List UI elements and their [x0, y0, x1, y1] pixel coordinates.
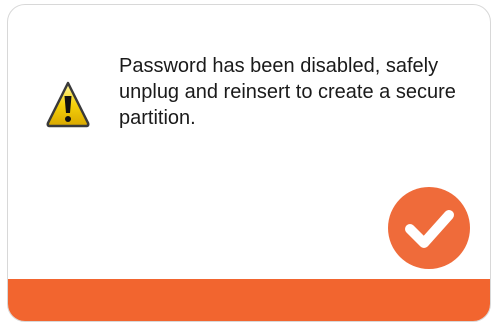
warning-icon: [44, 77, 92, 133]
alert-dialog: Password has been disabled, safely unplu…: [7, 4, 491, 322]
alert-message: Password has been disabled, safely unplu…: [119, 55, 456, 129]
footer-bar: [8, 279, 490, 321]
confirm-button[interactable]: [388, 187, 470, 269]
screen: Password has been disabled, safely unplu…: [0, 0, 499, 328]
checkmark-icon: [405, 210, 454, 248]
